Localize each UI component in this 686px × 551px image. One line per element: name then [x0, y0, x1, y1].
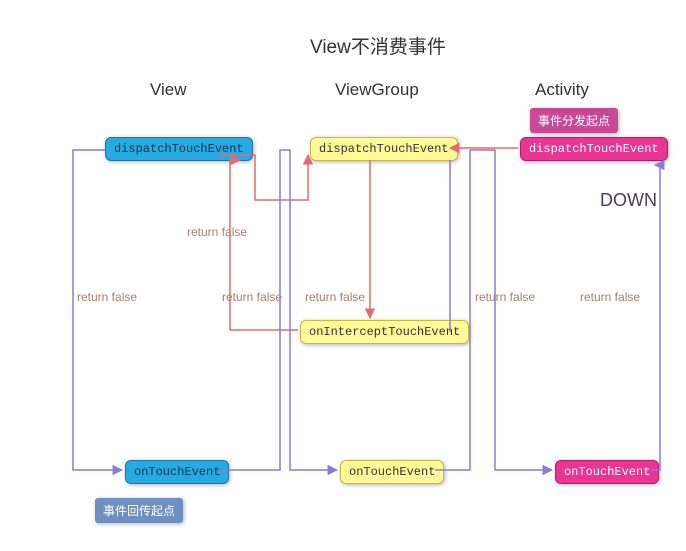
label-rf-act-col: return false — [580, 290, 640, 304]
tag-return-start: 事件回传起点 — [95, 498, 183, 523]
tag-dispatch-start: 事件分发起点 — [530, 108, 618, 133]
box-act-ontouch: onTouchEvent — [555, 460, 659, 484]
label-rf-intercept-right: return false — [305, 290, 365, 304]
box-vg-dispatch: dispatchTouchEvent — [310, 137, 458, 161]
col-viewgroup: ViewGroup — [335, 80, 419, 100]
box-act-dispatch: dispatchTouchEvent — [520, 137, 668, 161]
box-vg-ontouch: onTouchEvent — [340, 460, 444, 484]
label-down: DOWN — [600, 190, 657, 211]
box-view-dispatch: dispatchTouchEvent — [105, 137, 253, 161]
col-activity: Activity — [535, 80, 589, 100]
box-view-ontouch: onTouchEvent — [125, 460, 229, 484]
label-rf-view-col: return false — [77, 290, 137, 304]
col-view: View — [150, 80, 187, 100]
label-rf-intercept-left: return false — [222, 290, 282, 304]
box-vg-intercept: onInterceptTouchEvent — [300, 320, 469, 344]
label-rf-vg-col: return false — [475, 290, 535, 304]
label-rf-vg-to-view: return false — [187, 225, 247, 239]
diagram-title: View不消费事件 — [310, 32, 446, 59]
